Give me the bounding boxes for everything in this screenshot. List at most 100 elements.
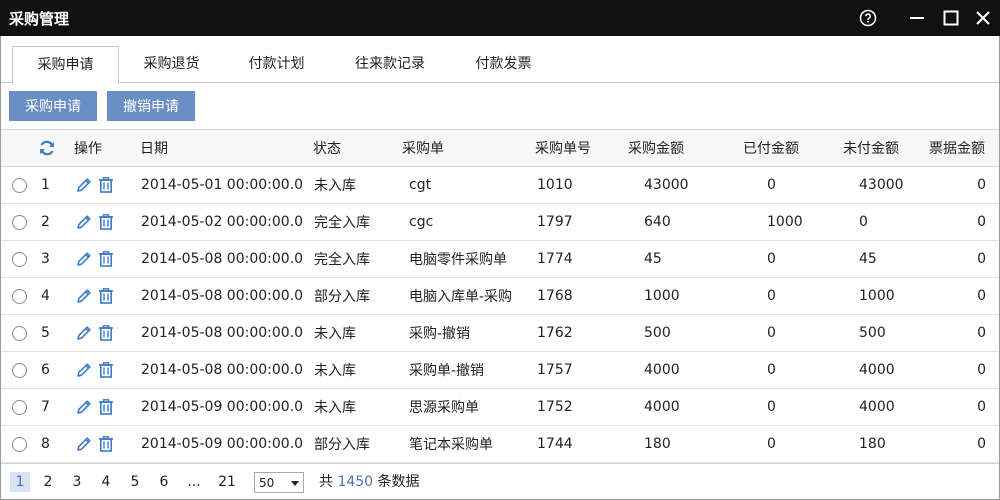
row-unpaid: 0 — [859, 214, 868, 230]
table-row[interactable]: 7 2014-05-09 00:00:00.0 未入库 思源采购单 1752 4000 0 4… — [1, 389, 999, 426]
refresh-icon[interactable] — [38, 139, 56, 157]
row-unpaid: 4000 — [859, 362, 895, 378]
row-number: 2 — [41, 214, 50, 230]
delete-icon[interactable] — [97, 398, 115, 416]
row-amount: 43000 — [644, 177, 689, 193]
delete-icon[interactable] — [97, 287, 115, 305]
row-select-radio[interactable] — [12, 177, 27, 193]
row-paid: 0 — [767, 251, 776, 267]
row-paid: 0 — [767, 288, 776, 304]
page-6[interactable]: 6 — [157, 472, 171, 492]
table-row[interactable]: 4 2014-05-08 00:00:00.0 部分入库 电脑入库单-采购 1768 10… — [1, 278, 999, 315]
tab-payment-invoice[interactable]: 付款发票 — [451, 46, 556, 83]
delete-icon[interactable] — [97, 250, 115, 268]
page-4[interactable]: 4 — [99, 472, 113, 492]
table-row[interactable]: 1 2014-05-01 00:00:00.0 未入库 cgt 1010 43000 0 43… — [1, 167, 999, 204]
row-date: 2014-05-09 00:00:00.0 — [141, 436, 304, 452]
edit-icon[interactable] — [75, 176, 93, 194]
table-row[interactable]: 3 2014-05-08 00:00:00.0 完全入库 电脑零件采购单 1774 45 0… — [1, 241, 999, 278]
total-count: 1450 — [337, 474, 374, 490]
column-header-order[interactable]: 采购单 — [402, 130, 444, 166]
row-select-radio[interactable] — [12, 214, 27, 230]
row-order: 采购单-撤销 — [409, 363, 485, 379]
purchase-request-button[interactable]: 采购申请 — [9, 91, 97, 121]
delete-icon[interactable] — [97, 176, 115, 194]
tab-payment-plan[interactable]: 付款计划 — [224, 46, 329, 83]
row-paid: 0 — [767, 177, 776, 193]
row-order: 思源采购单 — [409, 400, 479, 416]
minimize-icon[interactable] — [904, 5, 930, 31]
column-header-invoice[interactable]: 票据金额 — [929, 130, 985, 166]
row-select-radio[interactable] — [12, 436, 27, 452]
row-status: 未入库 — [314, 363, 356, 379]
edit-icon[interactable] — [75, 435, 93, 453]
row-invoice: 0 — [977, 288, 986, 304]
delete-icon[interactable] — [97, 324, 115, 342]
table-row[interactable]: 2 2014-05-02 00:00:00.0 完全入库 cgc 1797 640 1000… — [1, 204, 999, 241]
row-number: 5 — [41, 325, 50, 341]
row-invoice: 0 — [977, 251, 986, 267]
row-order-no: 1752 — [537, 399, 573, 415]
row-paid: 0 — [767, 436, 776, 452]
page-1[interactable]: 1 — [10, 472, 30, 492]
page-last[interactable]: 21 — [217, 472, 237, 492]
cancel-request-button[interactable]: 撤销申请 — [107, 91, 195, 121]
row-unpaid: 500 — [859, 325, 886, 341]
toolbar: 采购申请 撤销申请 — [1, 83, 999, 129]
edit-icon[interactable] — [75, 324, 93, 342]
column-header-actions: 操作 — [74, 141, 102, 157]
row-order: 电脑入库单-采购 — [409, 289, 513, 305]
table-row[interactable]: 8 2014-05-09 00:00:00.0 部分入库 笔记本采购单 1744 180 0… — [1, 426, 999, 463]
row-number: 4 — [41, 288, 50, 304]
edit-icon[interactable] — [75, 250, 93, 268]
tab-purchase-request[interactable]: 采购申请 — [12, 46, 119, 84]
row-date: 2014-05-08 00:00:00.0 — [141, 251, 304, 267]
edit-icon[interactable] — [75, 213, 93, 231]
row-select-radio[interactable] — [12, 399, 27, 415]
row-select-radio[interactable] — [12, 362, 27, 378]
maximize-icon[interactable] — [938, 5, 964, 31]
row-status: 部分入库 — [314, 437, 370, 453]
column-header-status[interactable]: 状态 — [313, 130, 341, 166]
row-number: 1 — [41, 177, 50, 193]
row-select-radio[interactable] — [12, 288, 27, 304]
row-select-radio[interactable] — [12, 251, 27, 267]
table-row[interactable]: 5 2014-05-08 00:00:00.0 未入库 采购-撤销 1762 500 0 50… — [1, 315, 999, 352]
row-amount: 500 — [644, 325, 671, 341]
tab-bar: 采购申请 采购退货 付款计划 往来款记录 付款发票 — [1, 46, 999, 84]
column-header-order-no[interactable]: 采购单号 — [535, 130, 591, 166]
row-invoice: 0 — [977, 325, 986, 341]
close-icon[interactable] — [970, 5, 996, 31]
row-order: cgt — [409, 177, 432, 193]
chevron-down-icon — [291, 481, 299, 486]
delete-icon[interactable] — [97, 361, 115, 379]
table-row[interactable]: 6 2014-05-08 00:00:00.0 未入库 采购单-撤销 1757 4000 0… — [1, 352, 999, 389]
column-header-unpaid[interactable]: 未付金额 — [843, 130, 899, 166]
page-5[interactable]: 5 — [128, 472, 142, 492]
row-order: 电脑零件采购单 — [409, 252, 507, 268]
edit-icon[interactable] — [75, 287, 93, 305]
page-2[interactable]: 2 — [41, 472, 55, 492]
edit-icon[interactable] — [75, 398, 93, 416]
delete-icon[interactable] — [97, 435, 115, 453]
row-order: cgc — [409, 214, 434, 230]
row-paid: 0 — [767, 325, 776, 341]
delete-icon[interactable] — [97, 213, 115, 231]
column-header-amount[interactable]: 采购金额 — [628, 130, 684, 166]
tab-purchase-return[interactable]: 采购退货 — [119, 46, 224, 83]
row-amount: 640 — [644, 214, 671, 230]
column-header-paid[interactable]: 已付金额 — [743, 130, 799, 166]
edit-icon[interactable] — [75, 361, 93, 379]
column-header-date[interactable]: 日期 — [140, 130, 168, 166]
page-size-select[interactable]: 50 — [254, 472, 304, 493]
row-select-radio[interactable] — [12, 325, 27, 341]
row-unpaid: 180 — [859, 436, 886, 452]
row-date: 2014-05-08 00:00:00.0 — [141, 362, 304, 378]
row-invoice: 0 — [977, 362, 986, 378]
row-unpaid: 4000 — [859, 399, 895, 415]
row-unpaid: 45 — [859, 251, 877, 267]
tab-account-records[interactable]: 往来款记录 — [329, 46, 451, 83]
help-icon[interactable] — [855, 5, 881, 31]
page-3[interactable]: 3 — [70, 472, 84, 492]
row-number: 6 — [41, 362, 50, 378]
